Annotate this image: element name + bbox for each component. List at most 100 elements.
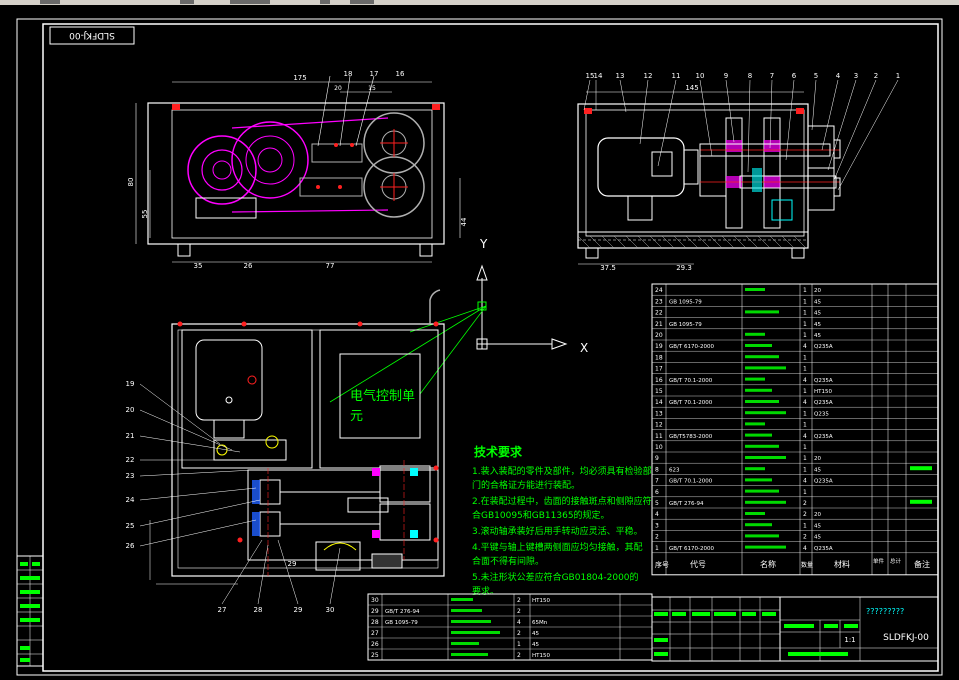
bom-row-qty: 4	[803, 545, 807, 552]
bom-row-qty: 1	[803, 354, 807, 361]
bom-lower-qty: 4	[517, 619, 521, 626]
dim-20: 20	[334, 85, 342, 92]
bom-row-mat: 45	[814, 311, 821, 317]
callout-18: 18	[344, 70, 353, 78]
bom-row-qty: 1	[803, 332, 807, 339]
bom-row-no: 2	[655, 534, 659, 541]
bom-row-no: 19	[655, 343, 663, 350]
callout-27: 27	[218, 606, 227, 614]
tech-line-7: 合面不得有间隙。	[472, 555, 544, 567]
cad-viewport[interactable]: SLDFKJ-00 175 35 26 77 80 55 44 20 15 18…	[0, 0, 959, 680]
bom-row-no: 12	[655, 422, 663, 429]
scale-value: 1:1	[844, 636, 855, 644]
callout-12: 12	[644, 72, 653, 80]
bom-row-qty: 1	[803, 388, 807, 395]
callout-7: 7	[770, 72, 774, 80]
bom-row-no: 24	[655, 287, 663, 294]
bom-row-qty: 4	[803, 399, 807, 406]
bom-lower-mat: HT150	[532, 598, 550, 604]
bom-lower-mat: 45	[532, 642, 539, 648]
callout-26: 26	[126, 542, 135, 550]
drawing-canvas[interactable]: SLDFKJ-00 175 35 26 77 80 55 44 20 15 18…	[0, 0, 959, 680]
dim-77: 77	[326, 262, 335, 270]
bom-row-code: GB/T 70.1-2000	[669, 479, 713, 485]
bom-lower-table: 30 2 HT150 29 GB/T 276-94 2 28 GB 1095-79 4 65Mn 2…	[367, 593, 653, 661]
bom-row-no: 5	[655, 500, 659, 507]
bom-row-qty: 1	[803, 321, 807, 328]
tech-requirements: 技术要求 1.装入装配的零件及部件，均必须具有检验部 门的合格证方能进行装配。 …	[472, 444, 652, 597]
bom-row-mat: Q235A	[814, 546, 833, 552]
bom-row-mat: 45	[814, 322, 821, 328]
bom-row-qty: 1	[803, 287, 807, 294]
bom-row-mat: 45	[814, 467, 821, 473]
bom-row-no: 18	[655, 354, 663, 361]
bom-row-qty: 4	[803, 433, 807, 440]
callout-13: 13	[616, 72, 625, 80]
dim-29: 29	[288, 560, 297, 568]
bom-row-no: 9	[655, 455, 659, 462]
callout-2: 2	[874, 72, 878, 80]
bom-row-no: 1	[655, 545, 659, 552]
bom-row-mat: Q235A	[814, 344, 833, 350]
bom-row-qty: 1	[803, 366, 807, 373]
bom-table: 24 1 2023 GB 1095-79 1 4522 1 4521 GB 1095-79 1 45…	[651, 283, 939, 576]
bom-row-no: 8	[655, 466, 659, 473]
bom-lower-no: 25	[371, 652, 379, 659]
bom-lower-mat: HT150	[532, 653, 550, 659]
dim-37-5: 37.5	[600, 264, 616, 272]
callout-17: 17	[370, 70, 379, 78]
bom-header-no: 序号	[655, 560, 669, 569]
dim-26: 26	[244, 262, 253, 270]
bom-row-mat: 45	[814, 333, 821, 339]
tech-title: 技术要求	[474, 444, 523, 459]
title-question-marks: ?????????	[866, 607, 904, 616]
bom-row-no: 3	[655, 522, 659, 529]
drawing-code: SLDFKJ-00	[883, 633, 929, 643]
bom-lower-qty: 2	[517, 608, 521, 615]
tech-line-3: 2.在装配过程中，齿面的接触斑点和侧隙应符	[472, 495, 652, 507]
bom-row-qty: 1	[803, 455, 807, 462]
dim-35: 35	[194, 262, 203, 270]
dim-55: 55	[141, 210, 149, 219]
bom-row-qty: 1	[803, 310, 807, 317]
callout-20: 20	[126, 406, 135, 414]
callout-25: 25	[126, 522, 135, 530]
tech-line-9: 要求。	[472, 585, 499, 597]
callout-1: 1	[896, 72, 900, 80]
bom-row-code: GB 1095-79	[669, 322, 702, 328]
bom-row-mat: 20	[814, 512, 821, 518]
callout-9: 9	[724, 72, 728, 80]
callout-3: 3	[854, 72, 858, 80]
code-top-text: SLDFKJ-00	[69, 30, 115, 40]
bom-lower-mat: 45	[532, 631, 539, 637]
bom-row-code: 623	[669, 467, 680, 473]
bom-header-name: 名称	[760, 559, 776, 569]
bom-row-code: GB/T 70.1-2000	[669, 378, 713, 384]
bom-row-qty: 4	[803, 377, 807, 384]
bom-row-mat: Q235A	[814, 434, 833, 440]
axis-y-label: Y	[479, 237, 488, 251]
callout-6: 6	[792, 72, 797, 80]
tech-line-6: 4.平键与轴上键槽两侧面应均匀接触，其配	[472, 541, 643, 553]
bom-row-qty: 2	[803, 534, 807, 541]
front-view: 175 35 26 77 80 55 44 20 15 18 17 16	[127, 70, 468, 270]
bom-row-no: 16	[655, 377, 663, 384]
bom-header-total: 总计	[890, 557, 902, 565]
bom-row-no: 10	[655, 444, 663, 451]
elec-label-line2: 元	[350, 409, 363, 424]
bom-row-qty: 1	[803, 489, 807, 496]
bom-row-mat: 20	[814, 288, 821, 294]
bom-row-no: 22	[655, 310, 663, 317]
bom-row-code: GB/T 6170-2000	[669, 344, 714, 350]
bom-lower-code: GB/T 276-94	[385, 609, 420, 615]
callout-4: 4	[836, 72, 841, 80]
dim-175: 175	[293, 74, 306, 82]
dim-15: 15	[368, 85, 376, 92]
bom-row-mat: 45	[814, 535, 821, 541]
callout-16: 16	[396, 70, 405, 78]
title-block: ????????? 1:1 SLDFKJ-00	[651, 596, 939, 662]
bom-row-mat: Q235A	[814, 400, 833, 406]
dim-145: 145	[685, 84, 698, 92]
callout-11: 11	[672, 72, 681, 80]
bom-lower-no: 29	[371, 608, 379, 615]
